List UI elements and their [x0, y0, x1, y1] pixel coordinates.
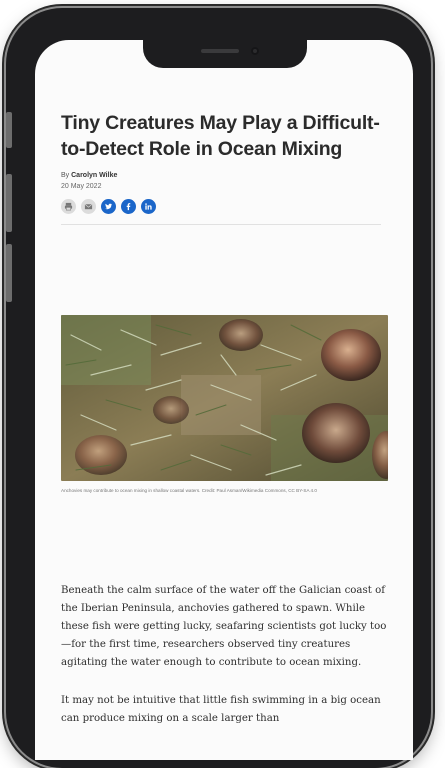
- phone-screen: Tiny Creatures May Play a Difficult-to-D…: [35, 40, 413, 760]
- article-paragraph-2: It may not be intuitive that little fish…: [61, 695, 381, 725]
- author-link[interactable]: Carolyn Wilke: [71, 172, 117, 179]
- facebook-icon[interactable]: [121, 199, 136, 214]
- share-bar: [61, 199, 397, 214]
- publish-date: 20 May 2022: [61, 183, 102, 190]
- phone-volume-down-button: [6, 244, 12, 302]
- article-hero-image[interactable]: [61, 315, 388, 481]
- email-icon[interactable]: [81, 199, 96, 214]
- header-divider: [61, 224, 381, 225]
- article: Tiny Creatures May Play a Difficult-to-D…: [61, 110, 397, 724]
- linkedin-icon[interactable]: [141, 199, 156, 214]
- phone-frame: Tiny Creatures May Play a Difficult-to-D…: [6, 8, 431, 768]
- byline-prefix: By: [61, 172, 70, 179]
- article-paragraph-1: Beneath the calm surface of the water of…: [61, 585, 387, 669]
- article-headline: Tiny Creatures May Play a Difficult-to-D…: [61, 112, 380, 160]
- phone-volume-up-button: [6, 174, 12, 232]
- twitter-icon[interactable]: [101, 199, 116, 214]
- print-icon[interactable]: [61, 199, 76, 214]
- phone-mute-switch: [6, 112, 12, 148]
- front-camera: [251, 47, 259, 55]
- image-caption: Anchovies may contribute to ocean mixing…: [61, 488, 317, 493]
- phone-notch: [143, 40, 307, 68]
- byline: By Carolyn Wilke: [61, 172, 397, 179]
- speaker-grille: [201, 49, 239, 53]
